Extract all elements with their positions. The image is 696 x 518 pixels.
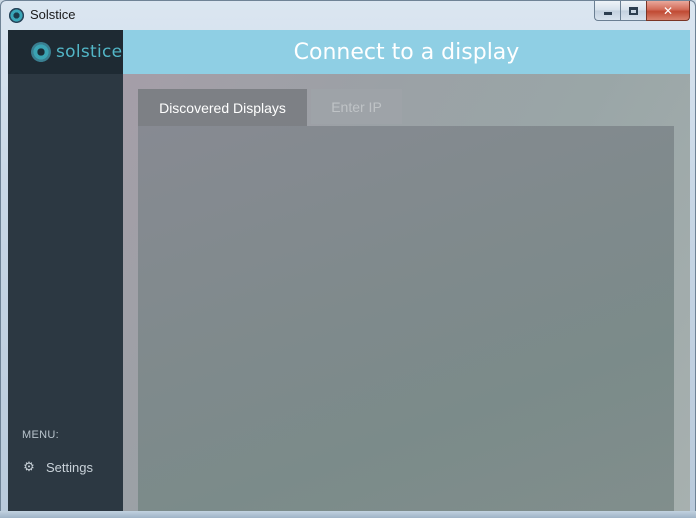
menu-label: MENU:: [22, 429, 59, 441]
window-controls: ✕: [594, 1, 690, 21]
maximize-button[interactable]: [620, 1, 646, 21]
minimize-icon: [603, 12, 612, 15]
app-window: Solstice ✕ solstice MENU: ⚙ Settings Con…: [0, 0, 696, 518]
page-header: Connect to a display: [123, 30, 690, 74]
window-title: Solstice: [30, 7, 76, 22]
brand-logo: solstice: [8, 30, 123, 74]
sidebar-item-label: Settings: [46, 459, 93, 475]
main-content: Connect to a display Discovered Displays…: [123, 30, 690, 512]
client-area: solstice MENU: ⚙ Settings Connect to a d…: [8, 30, 690, 512]
maximize-icon: [629, 6, 638, 15]
solstice-logo-icon: [9, 8, 24, 23]
close-button[interactable]: ✕: [646, 1, 690, 21]
page-title: Connect to a display: [293, 39, 520, 65]
minimize-button[interactable]: [594, 1, 620, 21]
solstice-brand-icon: [31, 42, 51, 62]
brand-name: solstice: [56, 42, 123, 62]
title-bar[interactable]: Solstice ✕: [1, 1, 695, 29]
sidebar: solstice MENU: ⚙ Settings: [8, 30, 123, 512]
sidebar-item-settings[interactable]: ⚙ Settings: [22, 456, 122, 478]
close-icon: ✕: [662, 3, 674, 18]
window-bottom-border: [0, 511, 696, 518]
gear-icon: ⚙: [23, 459, 35, 474]
tab-discovered-displays[interactable]: Discovered Displays: [138, 89, 307, 126]
discovered-displays-panel: [138, 126, 674, 512]
tab-enter-ip[interactable]: Enter IP: [311, 89, 402, 124]
